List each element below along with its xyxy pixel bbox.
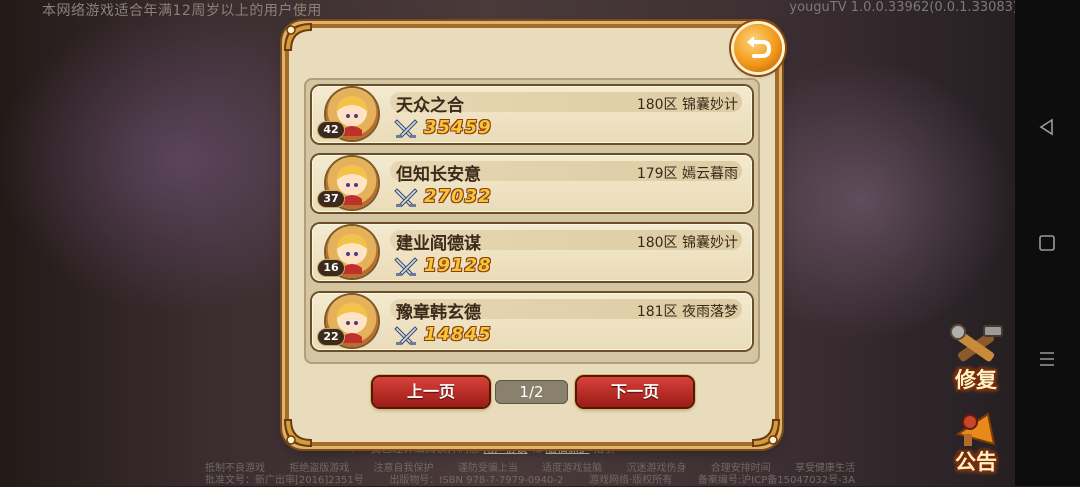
corner-ornament-icon — [283, 22, 312, 51]
next-page-button[interactable]: 下一页 — [577, 377, 693, 407]
health-item: 注意自我保护 — [373, 463, 434, 474]
health-item: 享受健康生活 — [794, 463, 855, 474]
square-home-icon[interactable] — [1037, 233, 1057, 253]
repair-button[interactable]: 修复 — [944, 322, 1008, 394]
menu-lines-icon[interactable] — [1037, 349, 1057, 369]
power-value: 14845 — [424, 324, 492, 345]
agreement-line: 我已经详细阅读并同意 用户协议 和 隐私保护 指引 — [370, 440, 615, 456]
health-row-1: 抵制不良游戏 拒绝盗版游戏 注意自我保护 谨防受骗上当 适度游戏益脑 沉迷游戏伤… — [205, 463, 855, 475]
page-indicator: 1/2 — [495, 380, 568, 404]
age-notice: 本网络游戏适合年满12周岁以上的用户使用 — [42, 3, 322, 19]
crossed-swords-icon — [394, 119, 418, 138]
health-notice: 抵制不良游戏 拒绝盗版游戏 注意自我保护 谨防受骗上当 适度游戏益脑 沉迷游戏伤… — [205, 463, 855, 487]
guide-text: 指引 — [593, 442, 615, 455]
ranking-row[interactable]: 16 建业阎德谋 180区 锦囊妙计 19128 — [312, 224, 752, 281]
user-agreement-link[interactable]: 用户协议 — [484, 442, 528, 455]
version-label: youguTV 1.0.0.33962(0.0.1.33083) — [789, 0, 1018, 15]
announcement-button[interactable]: 公告 — [944, 404, 1008, 476]
system-nav-bar — [1015, 0, 1080, 486]
return-arrow-icon — [747, 36, 772, 58]
privacy-link[interactable]: 隐私保护 — [546, 442, 590, 455]
license-item: 备案编号:沪ICP备15047032号-3A — [697, 475, 855, 486]
ranking-list: 42 天众之合 180区 锦囊妙计 35459 37 但知长安意 179区 嫣云… — [304, 78, 760, 364]
server-name: 179区 嫣云暮雨 — [636, 166, 738, 182]
crossed-swords-icon — [394, 326, 418, 345]
health-item: 拒绝盗版游戏 — [289, 463, 350, 474]
level-badge: 22 — [318, 329, 344, 345]
player-name: 天众之合 — [396, 96, 464, 116]
ranking-row[interactable]: 37 但知长安意 179区 嫣云暮雨 27032 — [312, 155, 752, 212]
player-name: 豫章韩玄德 — [396, 303, 481, 323]
server-name: 180区 锦囊妙计 — [636, 97, 738, 113]
license-item: 批准文号：新广出审[2016]2351号 — [205, 475, 364, 486]
player-name: 但知长安意 — [396, 165, 481, 185]
repair-label: 修复 — [955, 368, 997, 392]
server-name: 180区 锦囊妙计 — [636, 235, 738, 251]
power-value: 19128 — [424, 255, 492, 276]
power-value: 27032 — [424, 186, 492, 207]
close-button[interactable] — [734, 24, 782, 72]
announcement-label: 公告 — [955, 450, 997, 474]
crossed-swords-icon — [394, 257, 418, 276]
health-row-2: 批准文号：新广出审[2016]2351号 出版物号：ISBN 978-7-797… — [205, 475, 855, 487]
crossed-swords-icon — [394, 188, 418, 207]
level-badge: 37 — [318, 191, 344, 207]
power-value: 35459 — [424, 117, 492, 138]
prev-page-button[interactable]: 上一页 — [373, 377, 489, 407]
corner-ornament-icon — [283, 419, 312, 448]
server-name: 181区 夜雨落梦 — [636, 304, 738, 320]
health-item: 沉迷游戏伤身 — [626, 463, 687, 474]
health-item: 抵制不良游戏 — [205, 463, 265, 474]
level-badge: 42 — [318, 122, 344, 138]
triangle-back-icon[interactable] — [1037, 117, 1057, 137]
ranking-row[interactable]: 42 天众之合 180区 锦囊妙计 35459 — [312, 86, 752, 143]
health-item: 谨防受骗上当 — [457, 463, 518, 474]
health-item: 适度游戏益脑 — [542, 463, 603, 474]
agreement-and: 和 — [531, 442, 542, 455]
agreement-prefix: 我已经详细阅读并同意 — [370, 442, 480, 455]
health-item: 合理安排时间 — [710, 463, 771, 474]
level-badge: 16 — [318, 260, 344, 276]
player-name: 建业阎德谋 — [396, 234, 481, 254]
license-item: 出版物号：ISBN 978-7-7979-0940-2 — [389, 475, 564, 486]
license-item: 游戏网络·版权所有 — [589, 475, 673, 486]
corner-ornament-icon — [752, 419, 781, 448]
ranking-row[interactable]: 22 豫章韩玄德 181区 夜雨落梦 14845 — [312, 293, 752, 350]
